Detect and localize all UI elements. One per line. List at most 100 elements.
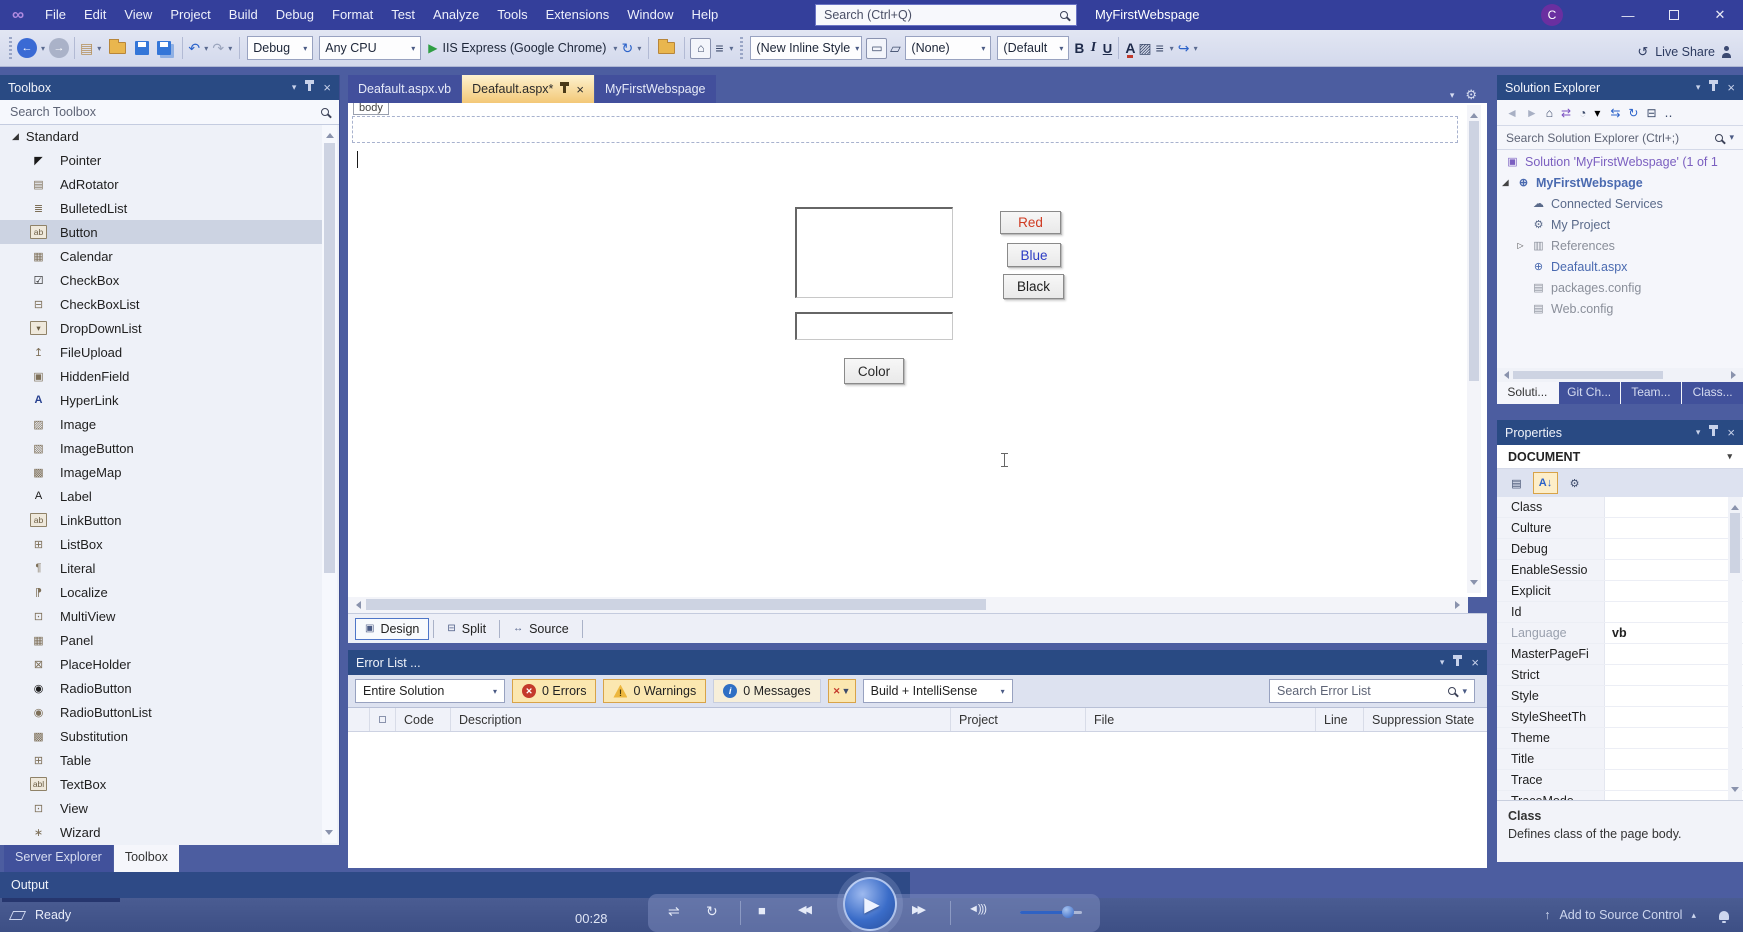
prop-title[interactable]: Title [1497, 749, 1743, 770]
solexp-overflow-button[interactable]: ‥ [1665, 106, 1673, 120]
menu-view[interactable]: View [115, 0, 161, 30]
play-button[interactable]: ▶ [843, 877, 897, 931]
search-caret-icon[interactable]: ▾ [1462, 686, 1467, 697]
toolbox-item-panel[interactable]: ▦Panel [0, 628, 322, 652]
close-icon[interactable]: × [1471, 655, 1479, 670]
start-debug-caret[interactable]: ▾ [611, 35, 619, 61]
refresh-caret[interactable]: ▾ [635, 35, 643, 61]
tab-team-explorer[interactable]: Team... [1621, 382, 1682, 404]
solution-platforms-combo[interactable]: Any CPU [319, 36, 421, 60]
redo-button[interactable]: ↷ [212, 35, 224, 61]
pin-icon[interactable] [1456, 659, 1459, 666]
underline-button[interactable]: U [1101, 35, 1113, 61]
prop-enablesession[interactable]: EnableSessio [1497, 560, 1743, 581]
solexp-forward-button[interactable]: ► [1526, 106, 1538, 120]
tree-solution[interactable]: ▣Solution 'MyFirstWebspage' (1 of 1 [1497, 151, 1743, 172]
highlight-button[interactable]: ▨ [1138, 35, 1151, 61]
toolbox-item-radiobutton[interactable]: ◉RadioButton [0, 676, 322, 700]
color-button-control[interactable]: Color [844, 358, 904, 384]
style-combo[interactable]: (New Inline Style [750, 36, 862, 60]
new-file-button[interactable]: ▤ [80, 35, 93, 61]
column-project[interactable]: Project [951, 708, 1086, 731]
menu-build[interactable]: Build [220, 0, 267, 30]
solexp-refresh-button[interactable]: ↻ [1628, 106, 1638, 120]
toolbox-item-linkbutton[interactable]: abLinkButton [0, 508, 322, 532]
toolbox-item-multiview[interactable]: ⊡MultiView [0, 604, 322, 628]
toolbox-item-bulletedlist[interactable]: ≣BulletedList [0, 196, 322, 220]
tab-solution-explorer[interactable]: Soluti... [1497, 382, 1558, 404]
prop-culture[interactable]: Culture [1497, 518, 1743, 539]
menu-project[interactable]: Project [161, 0, 219, 30]
messages-filter-button[interactable]: i 0 Messages [713, 679, 820, 703]
pin-icon[interactable] [1712, 84, 1715, 91]
chevron-down-icon[interactable]: ▾ [292, 82, 297, 93]
tab-class-view[interactable]: Class... [1682, 382, 1743, 404]
style-block-button[interactable]: ▭ [866, 38, 887, 59]
menu-extensions[interactable]: Extensions [537, 0, 619, 30]
start-debug-button[interactable]: ▶IIS Express (Google Chrome) [425, 35, 609, 61]
scroll-left-icon[interactable] [352, 601, 361, 609]
tab-deafault-aspx[interactable]: Deafault.aspx* × [462, 75, 594, 103]
prop-id[interactable]: Id [1497, 602, 1743, 623]
toolbox-item-label[interactable]: ALabel [0, 484, 322, 508]
toolbox-item-placeholder[interactable]: ⊠PlaceHolder [0, 652, 322, 676]
solexp-switch-views-button[interactable]: ⇄ [1561, 106, 1571, 120]
warnings-filter-button[interactable]: ! 0 Warnings [603, 679, 706, 703]
toolbox-item-substitution[interactable]: ▩Substitution [0, 724, 322, 748]
pin-icon[interactable] [308, 84, 311, 91]
categorized-button[interactable]: ▤ [1504, 472, 1529, 494]
tab-toolbox[interactable]: Toolbox [114, 845, 179, 872]
tab-git-changes[interactable]: Git Ch... [1559, 382, 1620, 404]
toolbox-item-fileupload[interactable]: ↥FileUpload [0, 340, 322, 364]
refresh-button[interactable]: ↻ [621, 35, 633, 61]
toolbox-search-input[interactable]: Search Toolbox [0, 100, 339, 125]
tree-packages-config[interactable]: ▤packages.config [1497, 277, 1743, 298]
toolbox-item-imagebutton[interactable]: ▧ImageButton [0, 436, 322, 460]
tree-connected-services[interactable]: ☁Connected Services [1497, 193, 1743, 214]
add-to-source-control-button[interactable]: Add to Source Control [1559, 908, 1682, 922]
solexp-home-button[interactable]: ⌂ [1546, 106, 1553, 120]
tab-server-explorer[interactable]: Server Explorer [4, 845, 113, 872]
toolbox-section-standard[interactable]: ◢ Standard [0, 125, 339, 148]
notifications-bell-icon[interactable] [1719, 911, 1729, 920]
save-button[interactable] [135, 41, 149, 55]
design-vertical-scrollbar[interactable] [1467, 105, 1481, 593]
tab-deafault-aspx-vb[interactable]: Deafault.aspx.vb [348, 75, 461, 103]
scrollbar-thumb[interactable] [1469, 121, 1479, 381]
solution-explorer-search-input[interactable]: Search Solution Explorer (Ctrl+;) ▾ [1497, 126, 1743, 150]
menu-format[interactable]: Format [323, 0, 382, 30]
hyperlink-button[interactable]: ↪ [1178, 35, 1190, 61]
solexp-back-button[interactable]: ◄ [1506, 106, 1518, 120]
prop-class[interactable]: Class [1497, 497, 1743, 518]
prop-language[interactable]: Languagevb [1497, 623, 1743, 644]
navigate-back-caret[interactable]: ▾ [39, 35, 47, 61]
font-combo[interactable]: (Default [997, 36, 1069, 60]
toolbox-item-hyperlink[interactable]: AHyperLink [0, 388, 322, 412]
build-intellisense-combo[interactable]: Build + IntelliSense [863, 679, 1013, 703]
chevron-down-icon[interactable]: ▾ [1696, 427, 1701, 438]
alphabetical-sort-button[interactable]: A↓ [1533, 472, 1558, 494]
scroll-down-icon[interactable] [325, 830, 333, 839]
quick-search-input[interactable]: Search (Ctrl+Q) [815, 4, 1077, 26]
chevron-down-icon[interactable]: ▾ [1450, 90, 1455, 101]
list-format-button[interactable]: ≡ [1154, 35, 1166, 61]
pin-icon[interactable] [563, 86, 566, 93]
toolbox-item-pointer[interactable]: ◤Pointer [0, 148, 322, 172]
fast-forward-button[interactable]: ▶▶ [912, 903, 923, 916]
scroll-left-icon[interactable] [1500, 371, 1509, 379]
solexp-collapse-all-button[interactable]: ⊟ [1646, 106, 1656, 120]
toolbar-overflow-button[interactable]: ▾ [1192, 35, 1200, 61]
toolbox-item-checkbox[interactable]: ☑CheckBox [0, 268, 322, 292]
div-element-outline[interactable] [352, 116, 1458, 143]
scroll-down-icon[interactable] [1470, 580, 1478, 589]
prop-theme[interactable]: Theme [1497, 728, 1743, 749]
black-button-control[interactable]: Black [1003, 274, 1064, 299]
toolbox-item-localize[interactable]: ⁋Localize [0, 580, 322, 604]
search-caret-icon[interactable]: ▾ [1729, 132, 1734, 143]
menu-debug[interactable]: Debug [267, 0, 323, 30]
tree-project-myfirstwebspage[interactable]: ◢⊕MyFirstWebspage [1497, 172, 1743, 193]
volume-icon[interactable]: ◄))) [968, 903, 986, 915]
style-window-button[interactable]: ▱ [889, 35, 901, 61]
clear-filter-button[interactable]: ✕ ▼ [828, 679, 856, 703]
menu-help[interactable]: Help [682, 0, 727, 30]
